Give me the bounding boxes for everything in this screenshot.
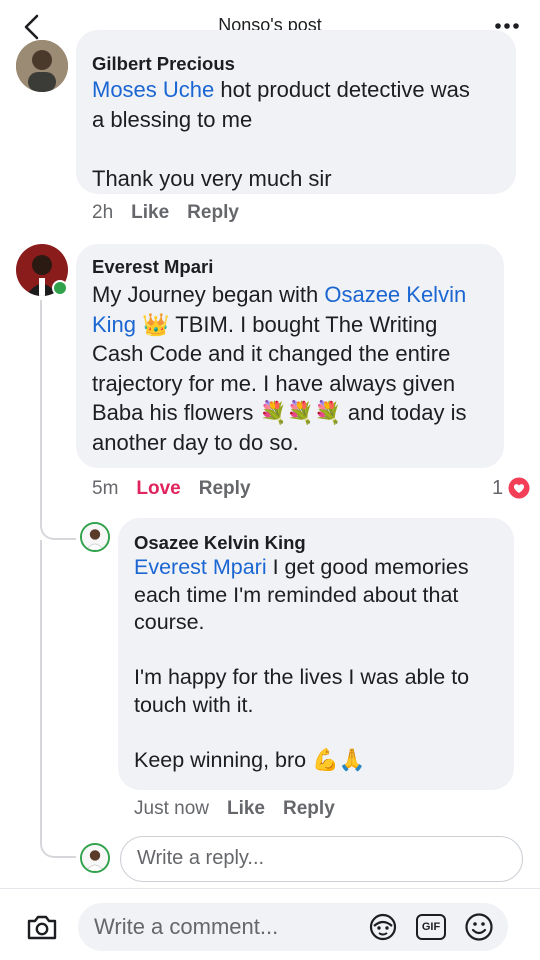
reply-meta: Just now Like Reply [134, 798, 353, 820]
comment-author[interactable]: Gilbert Precious [92, 53, 235, 75]
reply-text: Everest Mpari I get good memories each t… [134, 555, 470, 773]
mention-link[interactable]: Everest Mpari [134, 555, 267, 579]
reaction-count[interactable]: 1 [492, 477, 503, 500]
comment-time: 2h [92, 202, 114, 223]
comment-meta: 5m Love Reply [92, 478, 269, 500]
comment-composer: Write a comment... GIF [0, 888, 540, 960]
avatar[interactable] [16, 40, 68, 92]
camera-icon[interactable] [26, 913, 58, 941]
emoji-icon[interactable] [464, 912, 494, 942]
gif-icon[interactable]: GIF [416, 914, 446, 940]
flowers-emoji: 💐💐💐 [259, 400, 342, 425]
avatar[interactable] [80, 522, 110, 552]
comment-input[interactable]: Write a comment... GIF [78, 903, 508, 951]
thread-line [40, 500, 76, 540]
mention-link[interactable]: Moses Uche [92, 77, 214, 102]
my-avatar [80, 843, 110, 873]
comment-text: Moses Uche hot product detective was a b… [92, 77, 470, 191]
comment-placeholder: Write a comment... [94, 914, 279, 939]
avatar-sticker-icon[interactable] [368, 912, 398, 942]
like-button[interactable]: Like [131, 202, 169, 223]
thread-line [40, 540, 42, 810]
comment-author[interactable]: Everest Mpari [92, 256, 213, 278]
reply-button[interactable]: Reply [187, 202, 239, 223]
comment-text: My Journey began with Osazee Kelvin King… [92, 282, 467, 455]
reply-button[interactable]: Reply [199, 478, 251, 499]
reply-time: Just now [134, 798, 209, 819]
reply-input[interactable]: Write a reply... [120, 836, 523, 882]
reply-author[interactable]: Osazee Kelvin King [134, 532, 306, 554]
reply-button[interactable]: Reply [283, 798, 335, 819]
crown-emoji: 👑 [142, 311, 170, 337]
thread-line [40, 300, 42, 500]
comment-time: 5m [92, 478, 119, 499]
online-status-icon [52, 280, 68, 296]
reply-placeholder: Write a reply... [137, 847, 265, 869]
thread-line [40, 806, 76, 858]
love-reaction-icon[interactable] [508, 477, 530, 499]
comment-meta: 2h Like Reply [92, 202, 257, 224]
like-button[interactable]: Like [227, 798, 265, 819]
love-button[interactable]: Love [136, 478, 180, 499]
muscle-pray-emoji: 💪🙏 [312, 748, 366, 773]
